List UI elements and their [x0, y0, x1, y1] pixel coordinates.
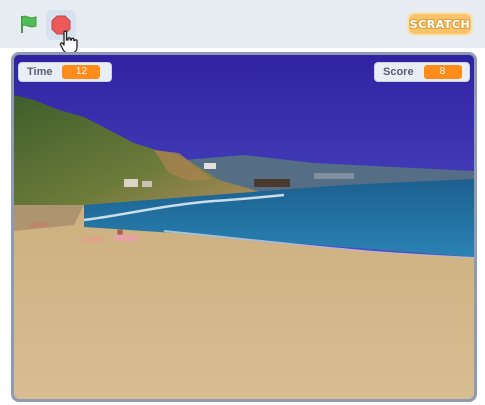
- score-monitor-label: Score: [383, 66, 414, 78]
- green-flag-button[interactable]: [14, 10, 42, 38]
- green-flag-icon: [21, 15, 37, 33]
- hand-cursor-icon: [59, 30, 78, 54]
- stage[interactable]: Time 12 Score 8: [11, 52, 477, 402]
- stage-toolbar: SCRATCH: [0, 0, 485, 54]
- scratch-logo[interactable]: SCRATCH: [407, 12, 473, 36]
- beach-backdrop: [14, 55, 474, 399]
- score-monitor-value: 8: [423, 65, 462, 79]
- time-monitor-label: Time: [27, 66, 53, 78]
- score-monitor[interactable]: Score 8: [374, 62, 470, 82]
- time-monitor-value: 12: [62, 65, 101, 79]
- scratch-logo-text: SCRATCH: [409, 17, 471, 31]
- time-monitor[interactable]: Time 12: [18, 62, 112, 82]
